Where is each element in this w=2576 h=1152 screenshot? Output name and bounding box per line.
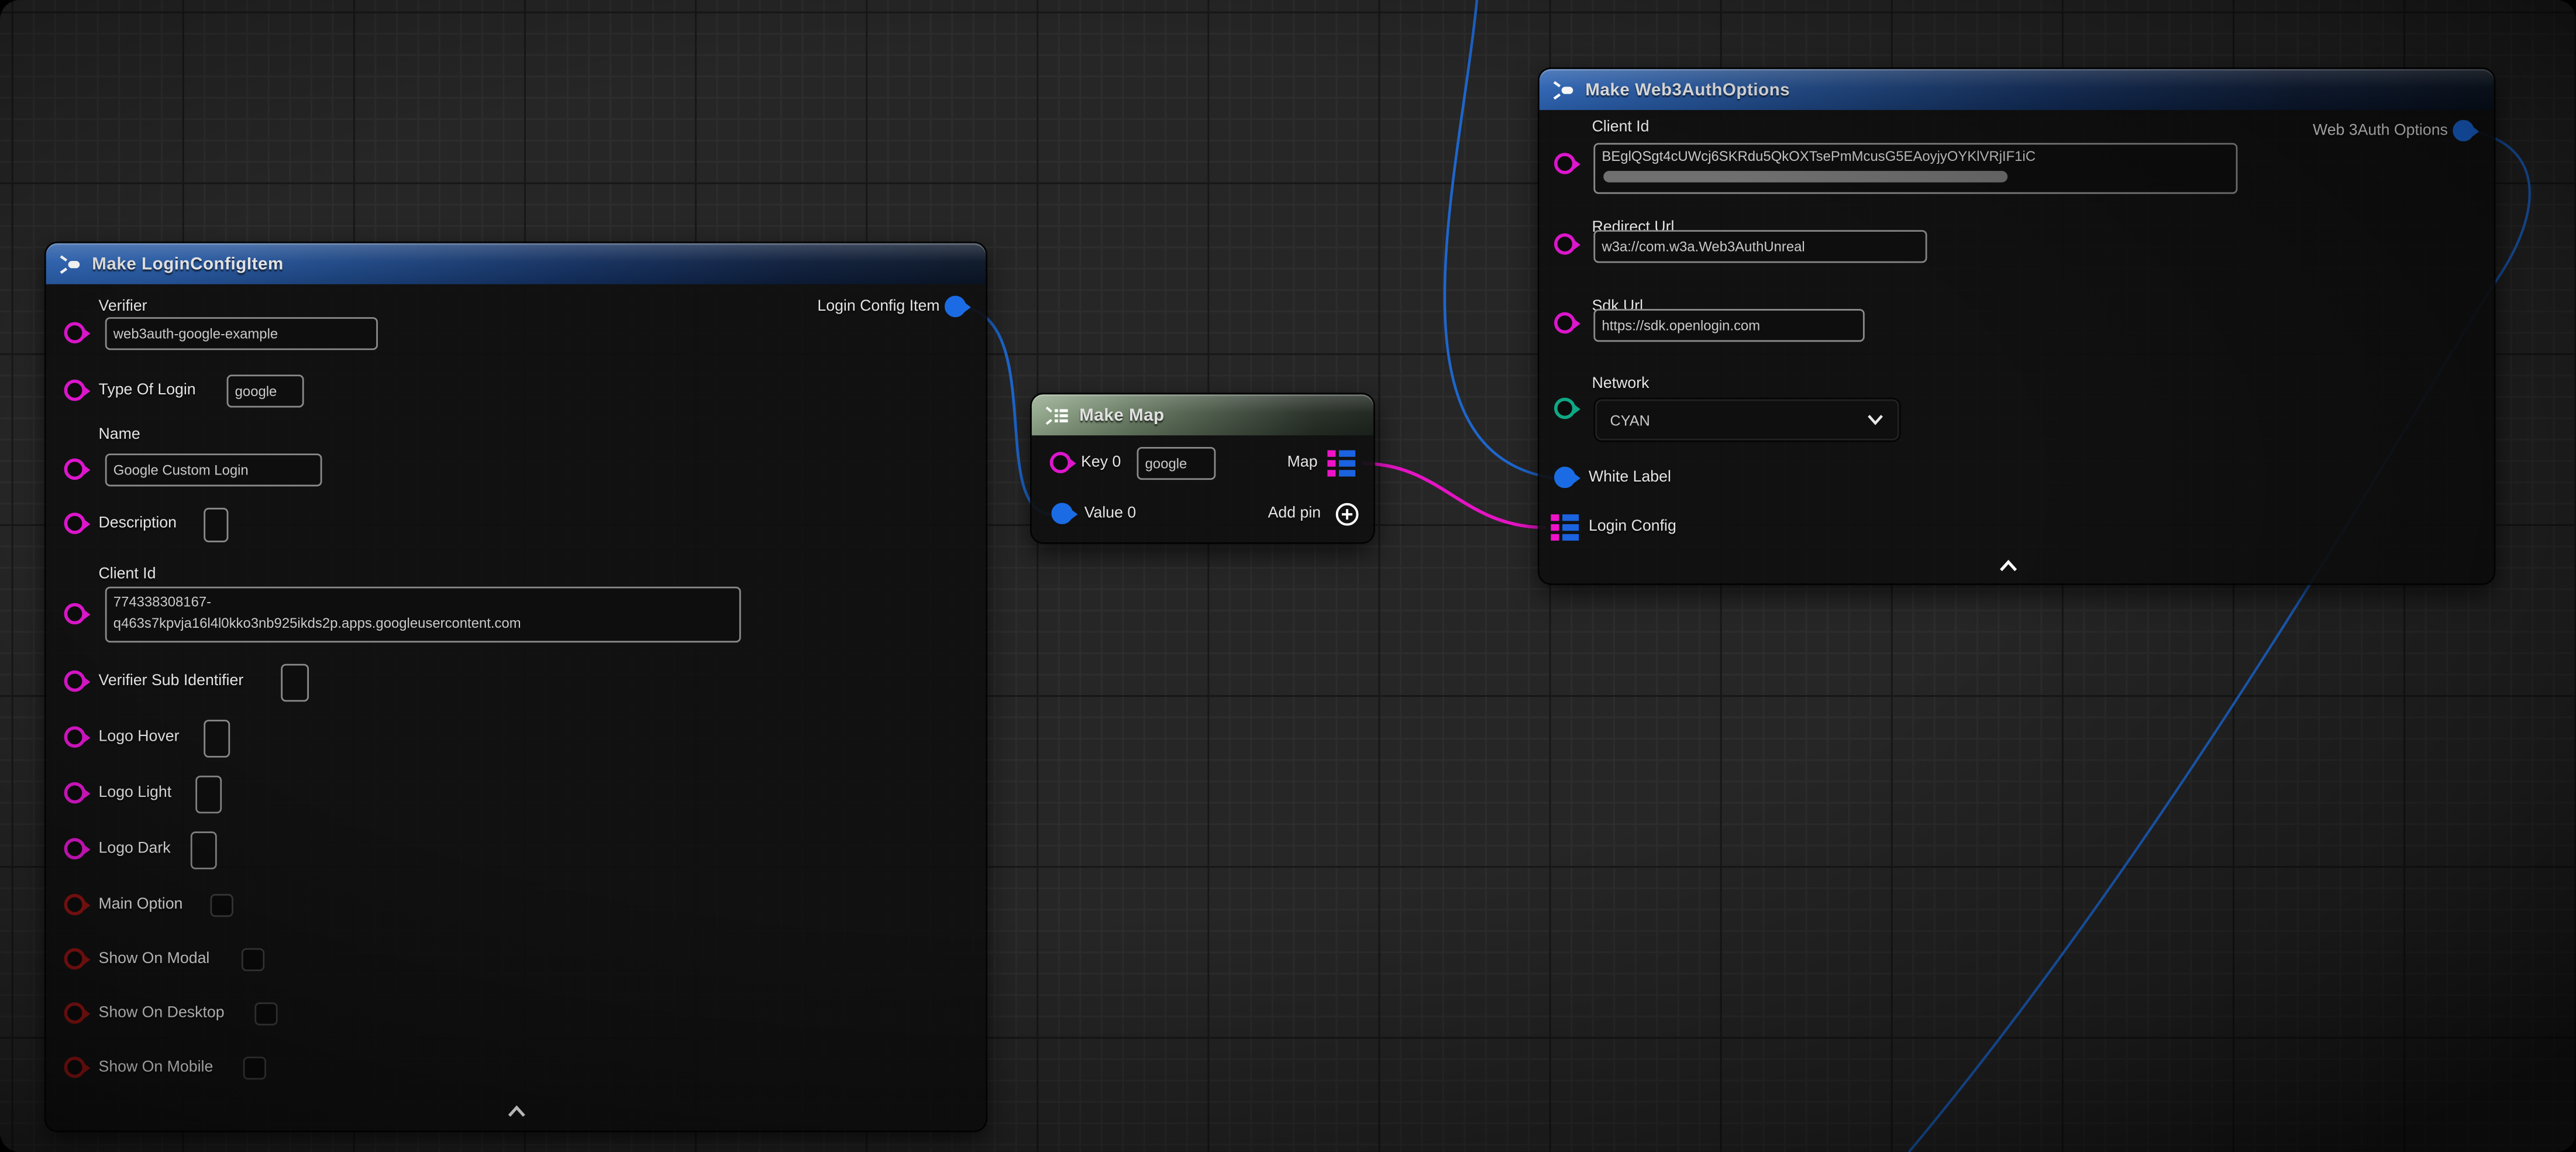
pin-description[interactable] <box>64 513 86 534</box>
pin-label-client-id: Client Id <box>1592 118 1649 136</box>
pin-client-id[interactable] <box>1554 153 1576 174</box>
pin-network[interactable] <box>1554 398 1576 419</box>
node-title: Make LoginConfigItem <box>92 254 283 274</box>
collapse-node-chevron-icon[interactable] <box>1998 559 2019 572</box>
logo-hover-input[interactable] <box>204 720 230 758</box>
pin-label-verifier-sub-identifier: Verifier Sub Identifier <box>99 672 244 690</box>
make-map-icon <box>1045 405 1069 425</box>
node-header-make-map[interactable]: Make Map <box>1032 394 1373 435</box>
main-option-checkbox[interactable] <box>211 894 233 917</box>
pin-label-client-id: Client Id <box>99 565 156 583</box>
wire-top-to-whitelabel[interactable] <box>1445 0 1554 478</box>
client-id-scrollbar[interactable] <box>1603 171 2007 183</box>
node-make-map[interactable]: Make Map Key 0 Map Value 0 Add pin <box>1032 394 1373 542</box>
node-header-make-loginconfigitem[interactable]: Make LoginConfigItem <box>46 243 986 284</box>
pin-name[interactable] <box>64 459 86 480</box>
wire-map-to-loginconfig[interactable] <box>1362 463 1546 528</box>
pin-logo-hover[interactable] <box>64 726 86 748</box>
pin-type-of-login[interactable] <box>64 380 86 401</box>
pin-label-verifier: Verifier <box>99 297 147 315</box>
node-title: Make Map <box>1079 405 1164 425</box>
pin-label-show-on-desktop: Show On Desktop <box>99 1004 225 1022</box>
chevron-down-icon <box>1866 414 1885 426</box>
pin-map-output[interactable] <box>1327 451 1355 477</box>
pin-verifier[interactable] <box>64 322 86 343</box>
add-pin-label: Add pin <box>1268 504 1321 522</box>
add-pin-icon[interactable] <box>1334 501 1361 528</box>
node-title: Make Web3AuthOptions <box>1585 80 1790 99</box>
pin-label-show-on-modal: Show On Modal <box>99 950 210 968</box>
pin-label-name: Name <box>99 425 140 443</box>
pin-label-show-on-mobile: Show On Mobile <box>99 1058 213 1077</box>
pin-value-0[interactable] <box>1052 503 1073 524</box>
pin-label-description: Description <box>99 514 177 532</box>
show-on-modal-checkbox[interactable] <box>242 948 264 971</box>
client-id-value: BEglQSgt4cUWcj6SKRdu5QkOXTsePmMcusG5EAoy… <box>1602 148 2036 164</box>
logo-dark-input[interactable] <box>191 831 217 869</box>
pin-label-logo-light: Logo Light <box>99 784 172 802</box>
node-make-loginconfigitem[interactable]: Make LoginConfigItem Login Config Item V… <box>46 243 986 1131</box>
pin-client-id[interactable] <box>64 603 86 625</box>
make-struct-icon <box>1552 80 1575 99</box>
pin-web-3auth-options-output[interactable] <box>2453 120 2474 142</box>
pin-key-0[interactable] <box>1050 452 1072 473</box>
pin-show-on-mobile[interactable] <box>64 1057 86 1078</box>
redirect-url-input[interactable] <box>1593 230 1927 263</box>
node-make-web3authoptions[interactable]: Make Web3AuthOptions Web 3Auth Options C… <box>1540 69 2494 583</box>
output-pin-label: Login Config Item <box>817 297 939 315</box>
verifier-sub-identifier-input[interactable] <box>281 664 309 702</box>
pin-logo-dark[interactable] <box>64 838 86 859</box>
blueprint-editor: Make LoginConfigItem Login Config Item V… <box>0 0 2576 1152</box>
sdk-url-input[interactable] <box>1593 309 1864 342</box>
pin-logo-light[interactable] <box>64 782 86 804</box>
pin-main-option[interactable] <box>64 894 86 916</box>
name-input[interactable] <box>105 453 322 486</box>
pin-label-network: Network <box>1592 374 1649 393</box>
pin-label-type-of-login: Type Of Login <box>99 381 196 400</box>
network-dropdown-value: CYAN <box>1610 412 1649 428</box>
blueprint-canvas[interactable]: Make LoginConfigItem Login Config Item V… <box>0 0 2576 1152</box>
pin-white-label[interactable] <box>1554 467 1576 489</box>
client-id-line2: q463s7kpvja16l4l0kko3nb925ikds2p.apps.go… <box>113 614 521 631</box>
make-struct-icon <box>59 254 82 274</box>
pin-show-on-modal[interactable] <box>64 948 86 970</box>
pin-label-logo-dark: Logo Dark <box>99 840 171 858</box>
network-dropdown[interactable]: CYAN <box>1593 398 1900 442</box>
pin-redirect-url[interactable] <box>1554 233 1576 255</box>
node-header-make-web3authoptions[interactable]: Make Web3AuthOptions <box>1540 69 2494 110</box>
pin-verifier-sub-identifier[interactable] <box>64 670 86 692</box>
pin-label-login-config: Login Config <box>1589 518 1676 536</box>
client-id-input[interactable]: 774338308167- q463s7kpvja16l4l0kko3nb925… <box>105 587 741 642</box>
pin-label-logo-hover: Logo Hover <box>99 728 180 746</box>
logo-light-input[interactable] <box>195 776 222 814</box>
pin-login-config-item-output[interactable] <box>945 296 966 318</box>
client-id-line1: 774338308167- <box>113 593 211 610</box>
pin-label-map-output: Map <box>1287 453 1318 472</box>
pin-label-value-0: Value 0 <box>1084 504 1137 522</box>
client-id-input[interactable]: BEglQSgt4cUWcj6SKRdu5QkOXTsePmMcusG5EAoy… <box>1593 143 2237 194</box>
collapse-node-chevron-icon[interactable] <box>506 1104 528 1117</box>
description-input[interactable] <box>204 508 228 542</box>
show-on-desktop-checkbox[interactable] <box>254 1002 277 1025</box>
pin-label-main-option: Main Option <box>99 896 183 914</box>
pin-label-key-0: Key 0 <box>1081 453 1121 472</box>
pin-sdk-url[interactable] <box>1554 312 1576 334</box>
pin-label-white-label: White Label <box>1589 468 1671 486</box>
pin-login-config[interactable] <box>1551 514 1579 541</box>
pin-show-on-desktop[interactable] <box>64 1002 86 1024</box>
type-of-login-input[interactable] <box>227 374 304 407</box>
output-pin-label: Web 3Auth Options <box>2313 122 2448 140</box>
key-0-input[interactable] <box>1137 447 1216 480</box>
verifier-input[interactable] <box>105 317 378 350</box>
show-on-mobile-checkbox[interactable] <box>243 1057 266 1079</box>
